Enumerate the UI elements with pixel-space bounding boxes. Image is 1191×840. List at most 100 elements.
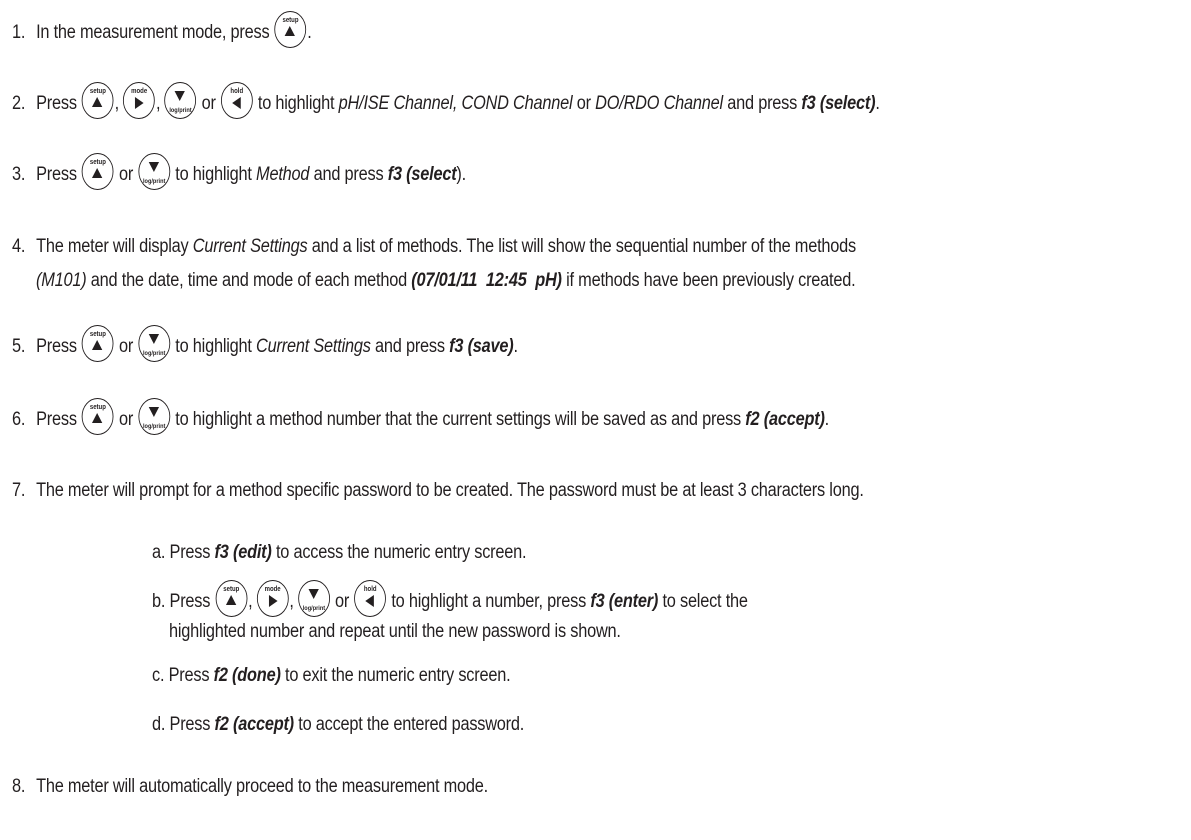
- menu-option: Method: [256, 164, 310, 185]
- step-3: 3. Press setup or log/print to highlight…: [12, 152, 466, 195]
- softkey-label: f3 (select: [387, 164, 457, 185]
- step-text: or: [114, 409, 138, 430]
- step-text: c. Press: [152, 665, 214, 686]
- setup-key: setup: [81, 152, 114, 190]
- step-7c: c. Press f2 (done) to exit the numeric e…: [152, 656, 511, 696]
- setup-key: setup: [81, 81, 114, 119]
- step-number: 8.: [12, 776, 26, 797]
- key-label: log/print: [169, 106, 192, 114]
- step-text: to highlight: [253, 93, 339, 114]
- step-7a: a. Press f3 (edit) to access the numeric…: [152, 533, 527, 573]
- step-number: 5.: [12, 336, 26, 357]
- setup-key: setup: [81, 324, 114, 362]
- channel-option: DO/RDO Channel: [595, 93, 723, 114]
- step-text: .: [824, 409, 830, 430]
- right-arrow-icon: [268, 594, 278, 607]
- softkey-label: f3 (enter): [590, 591, 659, 612]
- up-arrow-icon: [92, 167, 103, 178]
- comma: ,: [155, 93, 161, 114]
- step-6: 6. Press setup or log/print to highlight…: [12, 397, 830, 440]
- softkey-label: f2 (accept): [214, 714, 295, 735]
- channel-options: pH/ISE Channel, COND Channel: [338, 93, 573, 114]
- step-7d: d. Press f2 (accept) to accept the enter…: [152, 705, 524, 745]
- softkey-label: f3 (edit): [214, 542, 272, 563]
- menu-option: Current Settings: [192, 236, 308, 257]
- method-number-example: (M101): [36, 270, 87, 291]
- step-text: and a list of methods. The list will sho…: [307, 236, 856, 257]
- key-label: log/print: [142, 422, 166, 430]
- step-1: 1. In the measurement mode, press setup …: [12, 10, 312, 53]
- key-label: log/print: [142, 349, 166, 357]
- step-text: and press: [370, 336, 450, 357]
- comma: ,: [289, 591, 294, 612]
- step-7b-continued: highlighted number and repeat until the …: [169, 612, 621, 652]
- softkey-label: f2 (done): [213, 665, 281, 686]
- hold-key: hold: [220, 81, 253, 119]
- step-number: 4.: [12, 236, 26, 257]
- step-text: Press: [36, 409, 82, 430]
- step-text: or: [572, 93, 596, 114]
- comma: ,: [248, 591, 253, 612]
- step-text: or: [197, 93, 221, 114]
- setup-key: setup: [81, 397, 114, 435]
- step-text: to exit the numeric entry screen.: [280, 665, 511, 686]
- up-arrow-icon: [284, 25, 296, 36]
- step-text: ).: [456, 164, 466, 185]
- log-print-key: log/print: [138, 324, 171, 362]
- step-2: 2. Press setup , mode , log/print or hol…: [12, 81, 880, 124]
- step-number: 6.: [12, 409, 26, 430]
- softkey-label: f2 (accept): [745, 409, 825, 430]
- step-text: to highlight a number, press: [386, 591, 591, 612]
- softkey-label: f3 (select): [801, 93, 876, 114]
- menu-option: Current Settings: [256, 336, 371, 357]
- step-text: Press: [36, 336, 82, 357]
- instruction-document: 1. In the measurement mode, press setup …: [0, 0, 1191, 840]
- step-text: Press: [36, 93, 82, 114]
- step-5: 5. Press setup or log/print to highlight…: [12, 324, 518, 367]
- step-text: or: [330, 591, 354, 612]
- step-text: Press: [36, 164, 82, 185]
- step-text: to select the: [658, 591, 748, 612]
- step-text: d. Press: [152, 714, 215, 735]
- step-text: to highlight: [170, 164, 257, 185]
- mode-key: mode: [256, 579, 289, 617]
- step-number: 7.: [12, 480, 26, 501]
- softkey-label: f3 (save): [449, 336, 514, 357]
- step-text: The meter will automatically proceed to …: [36, 776, 488, 797]
- mode-key: mode: [123, 81, 156, 119]
- up-arrow-icon: [92, 412, 103, 423]
- step-text: and press: [722, 93, 802, 114]
- step-text: if methods have been previously created.: [561, 270, 856, 291]
- step-text: and the date, time and mode of each meth…: [86, 270, 412, 291]
- step-number: 3.: [12, 164, 26, 185]
- step-number: 2.: [12, 93, 26, 114]
- method-info-example: (07/01/11 12:45 pH): [411, 270, 562, 291]
- step-text: to accept the entered password.: [293, 714, 525, 735]
- step-text: to highlight: [170, 336, 257, 357]
- up-arrow-icon: [92, 339, 103, 350]
- step-text: or: [114, 164, 138, 185]
- step-text: b. Press: [152, 591, 215, 612]
- setup-key: setup: [274, 10, 307, 48]
- up-arrow-icon: [92, 96, 103, 107]
- comma: ,: [114, 93, 120, 114]
- up-arrow-icon: [225, 594, 237, 605]
- step-text: The meter will prompt for a method speci…: [36, 480, 864, 501]
- right-arrow-icon: [135, 96, 144, 109]
- hold-key: hold: [354, 579, 387, 617]
- log-print-key: log/print: [138, 152, 171, 190]
- left-arrow-icon: [365, 594, 375, 607]
- step-text: to access the numeric entry screen.: [271, 542, 527, 563]
- step-text: In the measurement mode, press: [36, 22, 274, 43]
- log-print-key: log/print: [138, 397, 171, 435]
- step-text: a. Press: [152, 542, 215, 563]
- step-text: .: [307, 22, 312, 43]
- step-text: highlighted number and repeat until the …: [169, 621, 621, 642]
- step-text: .: [875, 93, 880, 114]
- log-print-key: log/print: [298, 579, 330, 617]
- step-text: to highlight a method number that the cu…: [170, 409, 746, 430]
- step-4-continued: (M101) and the date, time and mode of ea…: [36, 261, 856, 301]
- step-text: or: [114, 336, 138, 357]
- left-arrow-icon: [232, 96, 241, 109]
- step-text: The meter will display: [36, 236, 193, 257]
